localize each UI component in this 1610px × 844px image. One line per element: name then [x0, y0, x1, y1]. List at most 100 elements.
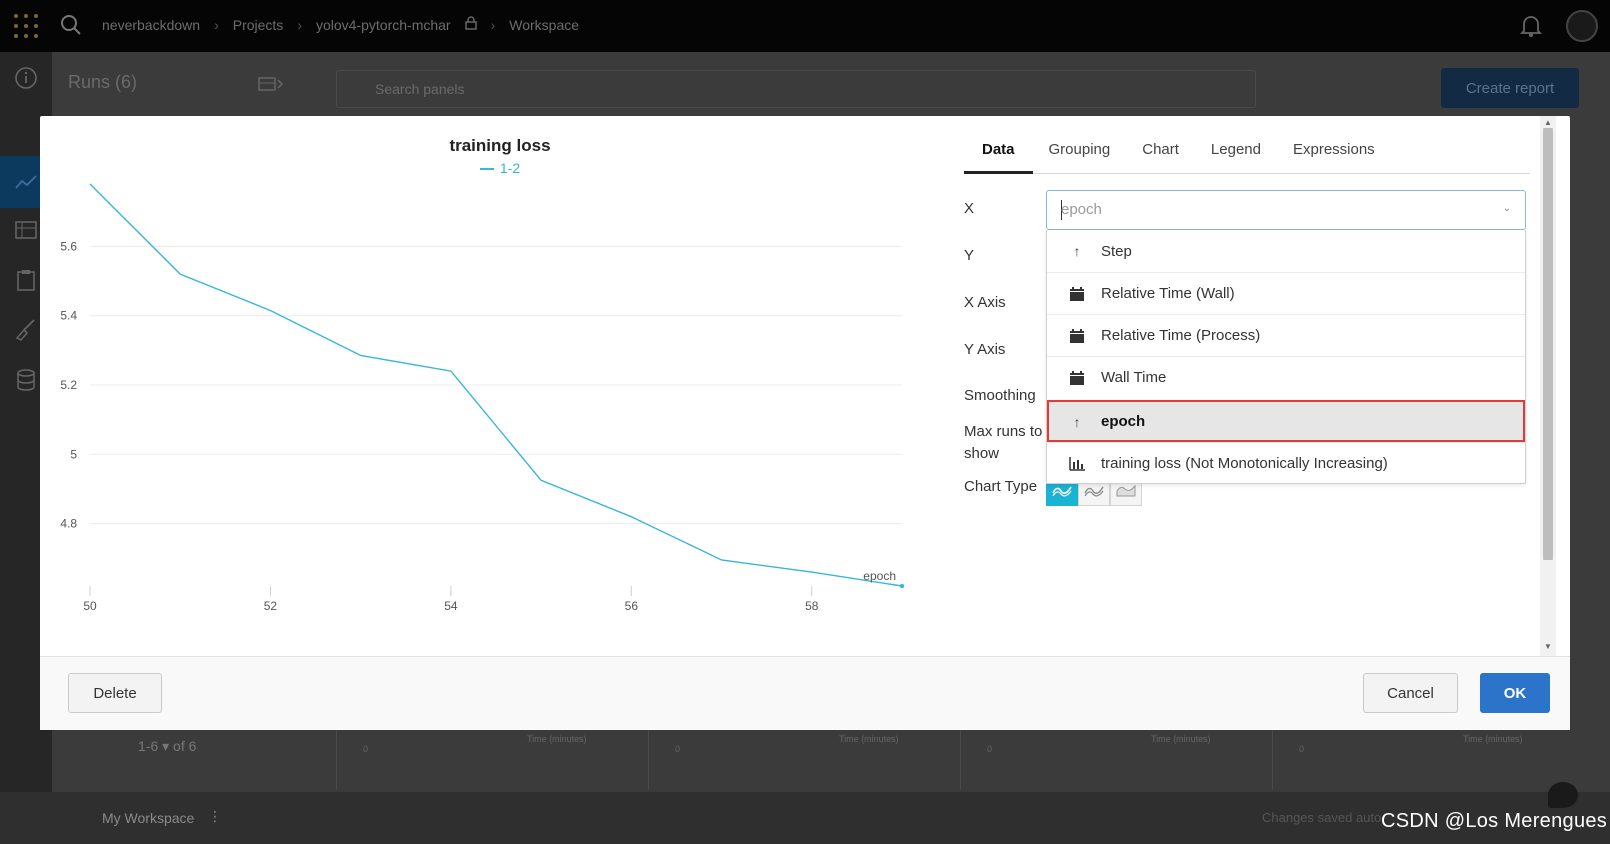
chevron-right-icon: ›	[490, 16, 496, 33]
avatar[interactable]	[1566, 10, 1598, 42]
mini-chart-panel: Time (minutes) 0	[336, 730, 634, 790]
top-navigation-bar: neverbackdown › Projects › yolov4-pytorc…	[0, 0, 1610, 52]
tab-expressions[interactable]: Expressions	[1277, 134, 1391, 174]
mini-chart-zero: 0	[363, 744, 369, 754]
y-field-label: Y	[964, 247, 975, 264]
x-field-label: X	[964, 200, 975, 217]
x-option-relative-time-wall[interactable]: Relative Time (Wall)	[1047, 272, 1525, 314]
chat-icon[interactable]	[1548, 782, 1578, 808]
max-runs-field-label-2: show	[964, 445, 1000, 462]
mini-chart-xlabel: Time (minutes)	[1463, 734, 1523, 744]
x-tick-label: 54	[444, 599, 458, 613]
line-wave-icon	[1052, 486, 1072, 497]
chevron-down-icon[interactable]: ⌄	[1503, 203, 1511, 214]
table-toggle-icon[interactable]	[258, 76, 284, 92]
breadcrumb-item-project[interactable]: yolov4-pytorch-mchar	[316, 17, 451, 33]
x-option-label: epoch	[1101, 413, 1146, 430]
stacked-area-icon	[1116, 484, 1136, 497]
breadcrumb-item-entity[interactable]: neverbackdown	[102, 17, 200, 33]
chart-type-field-label: Chart Type	[964, 478, 1038, 495]
x-option-label: Step	[1101, 242, 1132, 260]
saved-status: Changes saved auto	[1262, 810, 1382, 825]
info-icon[interactable]	[14, 66, 38, 90]
mini-chart-zero: 0	[1299, 744, 1305, 754]
dialog-footer: Delete Cancel OK	[40, 656, 1570, 730]
x-option-label: Relative Time (Process)	[1101, 327, 1261, 344]
more-vertical-icon[interactable]: ⋮	[208, 808, 222, 825]
x-option-epoch[interactable]: ↑ epoch	[1047, 400, 1525, 442]
arrow-up-icon: ↑	[1073, 243, 1081, 259]
x-option-step[interactable]: ↑ Step	[1047, 230, 1525, 272]
mini-chart-xlabel: Time (minutes)	[1151, 734, 1211, 744]
y-tick-label: 5	[70, 447, 77, 461]
breadcrumb: neverbackdown › Projects › yolov4-pytorc…	[102, 16, 579, 33]
calendar-icon	[1067, 286, 1087, 301]
broom-icon[interactable]	[14, 318, 38, 342]
scroll-down-icon[interactable]: ▼	[1544, 642, 1552, 651]
database-icon[interactable]	[14, 368, 38, 392]
calendar-icon	[1067, 370, 1087, 385]
chart-preview: training loss 1-2 4.8 5 5.2 5.4 5.6 50 52 54 56 5…	[40, 116, 980, 656]
create-report-button[interactable]: Create report	[1441, 68, 1579, 108]
y-tick-label: 5.4	[60, 309, 77, 323]
x-axis-select[interactable]: epoch ⌄	[1046, 190, 1526, 230]
tab-data[interactable]: Data	[964, 134, 1033, 174]
x-axis-label: epoch	[863, 569, 896, 583]
x-tick-label: 58	[805, 599, 819, 613]
mini-chart-panel: Time (minutes) 0	[960, 730, 1258, 790]
x-option-wall-time[interactable]: Wall Time	[1047, 356, 1525, 398]
x-option-training-loss[interactable]: training loss (Not Monotonically Increas…	[1047, 442, 1525, 484]
tab-chart[interactable]: Chart	[1126, 134, 1195, 174]
search-icon[interactable]	[60, 14, 82, 36]
x-option-label: training loss (Not Monotonically Increas…	[1101, 455, 1388, 472]
area-wave-icon	[1084, 486, 1104, 497]
scrollbar-thumb[interactable]	[1543, 128, 1553, 560]
y-tick-label: 4.8	[60, 517, 77, 531]
line-chart-icon[interactable]	[14, 170, 38, 194]
ok-button[interactable]: OK	[1480, 673, 1550, 713]
bell-icon[interactable]	[1520, 14, 1542, 38]
dialog-scrollbar[interactable]: ▲ ▼	[1540, 116, 1556, 656]
mini-chart-xlabel: Time (minutes)	[527, 734, 587, 744]
y-axis-field-label: Y Axis	[964, 341, 1006, 358]
arrow-up-icon: ↑	[1073, 413, 1081, 430]
settings-tabs: Data Grouping Chart Legend Expressions	[964, 134, 1530, 174]
search-panels-input[interactable]: Search panels	[336, 70, 1256, 108]
lock-icon	[464, 16, 477, 33]
runs-pager[interactable]: 1-6 ▾ of 6	[138, 738, 196, 755]
mini-chart-xlabel: Time (minutes)	[839, 734, 899, 744]
dialog-body: training loss 1-2 4.8 5 5.2 5.4 5.6 50 52 54 56 5…	[40, 116, 1570, 656]
breadcrumb-item-workspace[interactable]: Workspace	[509, 17, 579, 33]
y-tick-label: 5.6	[60, 239, 77, 253]
x-axis-options-menu: ↑ Step Relative Time (Wall) Relative Tim…	[1046, 230, 1526, 484]
table-icon[interactable]	[14, 218, 38, 242]
x-tick-label: 50	[83, 599, 97, 613]
x-axis-field-label: X Axis	[964, 294, 1006, 311]
runs-title: Runs (6)	[68, 72, 138, 92]
watermark-text: CSDN @Los Merengues	[1381, 810, 1608, 832]
max-runs-field-label: Max runs to	[964, 423, 1043, 440]
edit-panel-dialog: training loss 1-2 4.8 5 5.2 5.4 5.6 50 52 54 56 5…	[40, 116, 1570, 730]
calendar-icon	[1067, 328, 1087, 343]
scroll-up-icon[interactable]: ▲	[1544, 118, 1552, 127]
delete-button[interactable]: Delete	[68, 673, 162, 713]
series-end-point	[899, 583, 905, 589]
app-logo-icon[interactable]	[12, 12, 40, 40]
chart-plot[interactable]: 4.8 5 5.2 5.4 5.6 50 52 54 56 58 epoch	[40, 116, 960, 636]
chevron-right-icon: ›	[297, 16, 302, 33]
breadcrumb-item-projects[interactable]: Projects	[233, 17, 284, 33]
x-option-relative-time-process[interactable]: Relative Time (Process)	[1047, 314, 1525, 356]
bar-chart-icon	[1067, 456, 1087, 471]
smoothing-field-label: Smoothing	[964, 387, 1036, 404]
x-tick-label: 52	[264, 599, 278, 613]
x-tick-label: 56	[625, 599, 639, 613]
mini-chart-panel: Time (minutes) 0	[648, 730, 946, 790]
workspace-label[interactable]: My Workspace	[102, 810, 194, 826]
tab-legend[interactable]: Legend	[1195, 134, 1277, 174]
bottom-bar: My Workspace ⋮ Changes saved auto	[0, 792, 1610, 844]
cancel-button[interactable]: Cancel	[1363, 673, 1458, 713]
mini-chart-zero: 0	[987, 744, 993, 754]
tab-grouping[interactable]: Grouping	[1033, 134, 1127, 174]
x-option-label: Wall Time	[1101, 369, 1167, 386]
clipboard-icon[interactable]	[14, 268, 38, 292]
